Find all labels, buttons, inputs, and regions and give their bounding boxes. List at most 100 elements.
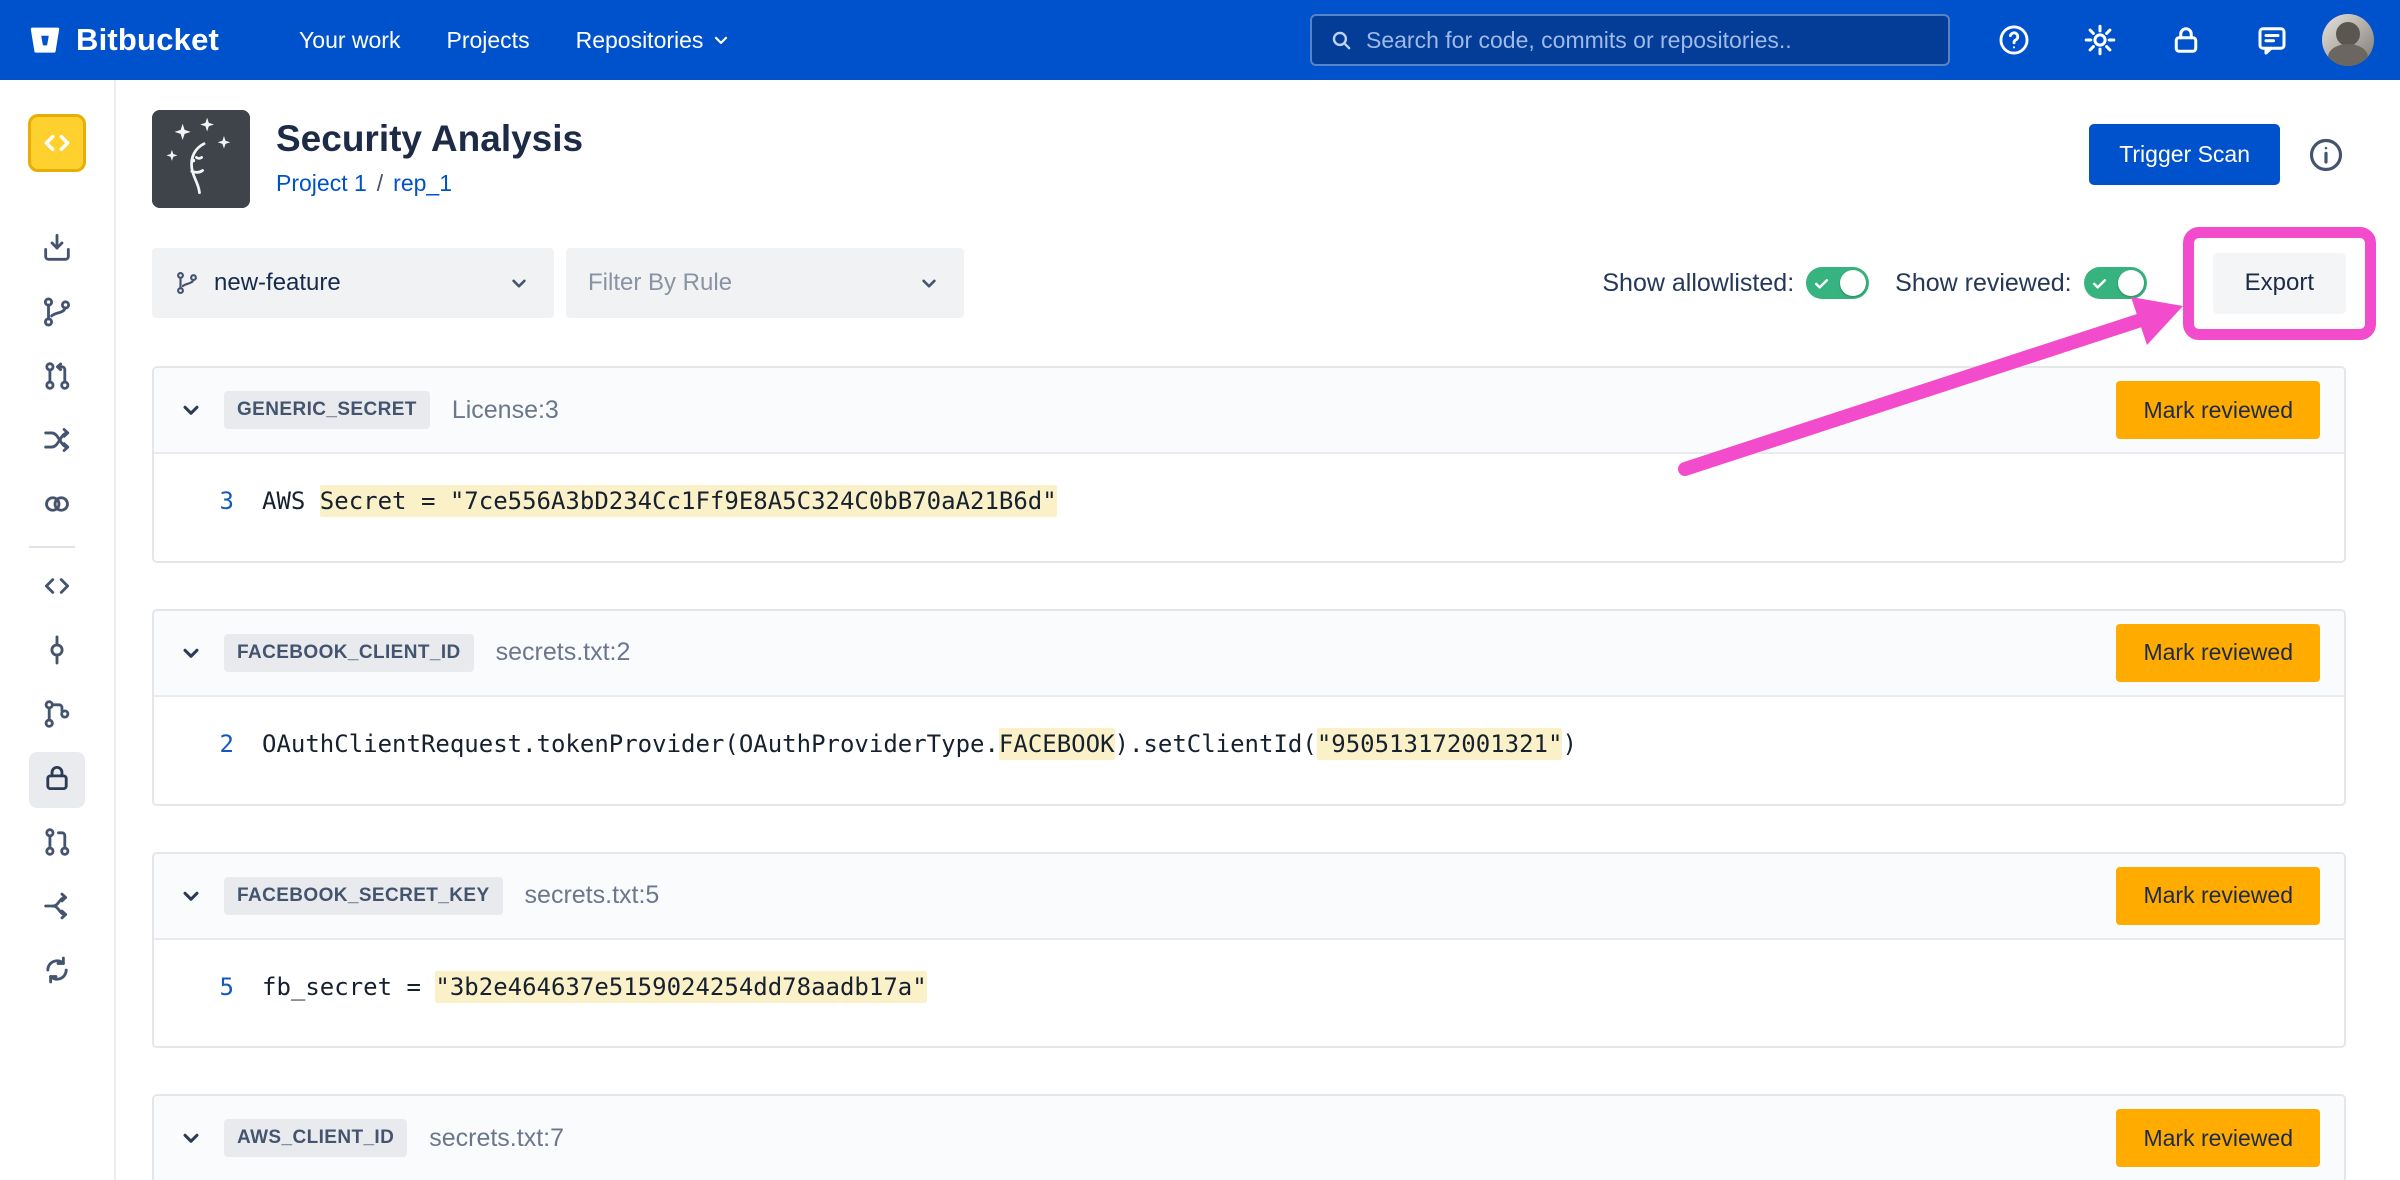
global-search[interactable] [1310, 14, 1950, 66]
breadcrumb: Project 1 / rep_1 [276, 170, 583, 197]
user-avatar[interactable] [2322, 14, 2374, 66]
finding-location: secrets.txt:7 [429, 1124, 564, 1153]
chevron-down-icon[interactable] [178, 883, 204, 909]
check-icon [1813, 275, 1830, 292]
show-allowlisted-toggle[interactable] [1806, 267, 1869, 299]
sidebar-item-deployments-2[interactable] [29, 880, 85, 936]
deployments-2-icon [40, 889, 74, 928]
search-input[interactable] [1366, 27, 1932, 54]
show-reviewed-label: Show reviewed: [1895, 269, 2071, 298]
finding-card: AWS_CLIENT_ID secrets.txt:7 Mark reviewe… [152, 1094, 2346, 1180]
sidebar-item-jira[interactable] [29, 478, 85, 534]
finding-location: License:3 [452, 396, 559, 425]
show-allowlisted-label: Show allowlisted: [1602, 269, 1794, 298]
finding-header[interactable]: FACEBOOK_SECRET_KEY secrets.txt:5 Mark r… [154, 854, 2344, 940]
code-text: fb_secret = "3b2e464637e5159024254dd78aa… [262, 970, 927, 1005]
main-content: Security Analysis Project 1 / rep_1 Trig… [116, 80, 2400, 1180]
rule-filter-placeholder: Filter By Rule [588, 269, 902, 297]
nav-repositories[interactable]: Repositories [576, 27, 732, 54]
finding-header[interactable]: FACEBOOK_CLIENT_ID secrets.txt:2 Mark re… [154, 611, 2344, 697]
breadcrumb-repo-link[interactable]: rep_1 [393, 170, 452, 197]
title-block: Security Analysis Project 1 / rep_1 [276, 110, 583, 197]
sidebar-nav [29, 214, 85, 1008]
search-icon [1328, 27, 1354, 53]
mark-reviewed-button[interactable]: Mark reviewed [2116, 624, 2320, 682]
mark-reviewed-button[interactable]: Mark reviewed [2116, 381, 2320, 439]
sidebar-item-clone[interactable] [29, 222, 85, 278]
repo-avatar[interactable] [28, 114, 86, 172]
lock-icon[interactable] [2168, 22, 2204, 58]
sidebar-item-branches[interactable] [29, 688, 85, 744]
code-line: 3 AWS Secret = "7ce556A3bD234Cc1Ff9E8A5C… [194, 484, 2318, 519]
filter-bar: new-feature Filter By Rule Show allowlis… [152, 248, 2346, 318]
primary-nav: Your work Projects Repositories [299, 27, 731, 54]
finding-header[interactable]: AWS_CLIENT_ID secrets.txt:7 Mark reviewe… [154, 1096, 2344, 1180]
project-identicon [152, 110, 250, 208]
breadcrumb-project-link[interactable]: Project 1 [276, 170, 367, 197]
finding-header[interactable]: GENERIC_SECRET License:3 Mark reviewed [154, 368, 2344, 454]
finding-card: FACEBOOK_SECRET_KEY secrets.txt:5 Mark r… [152, 852, 2346, 1049]
chevron-down-icon [711, 30, 731, 50]
feedback-icon[interactable] [2254, 22, 2290, 58]
top-navbar: Bitbucket Your work Projects Repositorie… [0, 0, 2400, 80]
rule-badge: FACEBOOK_SECRET_KEY [224, 877, 503, 915]
toggle-group: Show allowlisted: Show reviewed: Export [1602, 253, 2346, 314]
help-icon[interactable] [1996, 22, 2032, 58]
code-text: AWS Secret = "7ce556A3bD234Cc1Ff9E8A5C32… [262, 484, 1057, 519]
sidebar-item-security[interactable] [29, 752, 85, 808]
code-line: 5 fb_secret = "3b2e464637e5159024254dd78… [194, 970, 2318, 1005]
settings-gear-icon[interactable] [2082, 22, 2118, 58]
finding-card: FACEBOOK_CLIENT_ID secrets.txt:2 Mark re… [152, 609, 2346, 806]
finding-location: secrets.txt:5 [525, 881, 660, 910]
rule-filter-selector[interactable]: Filter By Rule [566, 248, 964, 318]
sidebar-item-branch[interactable] [29, 286, 85, 342]
chevron-down-icon[interactable] [178, 1125, 204, 1151]
breadcrumb-separator: / [377, 170, 383, 197]
sidebar-divider [29, 546, 75, 548]
page-header: Security Analysis Project 1 / rep_1 Trig… [152, 110, 2346, 208]
findings-list: GENERIC_SECRET License:3 Mark reviewed 3… [152, 366, 2346, 1180]
navbar-icon-cluster [1996, 22, 2290, 58]
export-area: Export [2213, 253, 2346, 314]
nav-projects[interactable]: Projects [446, 27, 529, 54]
trigger-scan-button[interactable]: Trigger Scan [2089, 124, 2280, 185]
chevron-down-icon[interactable] [178, 640, 204, 666]
finding-body: 5 fb_secret = "3b2e464637e5159024254dd78… [154, 940, 2344, 1047]
brand-name: Bitbucket [76, 22, 219, 58]
mark-reviewed-button[interactable]: Mark reviewed [2116, 867, 2320, 925]
rule-badge: FACEBOOK_CLIENT_ID [224, 634, 474, 672]
finding-card: GENERIC_SECRET License:3 Mark reviewed 3… [152, 366, 2346, 563]
pull-request-icon [40, 359, 74, 398]
header-actions: Trigger Scan [2089, 110, 2346, 185]
bitbucket-bucket-icon [26, 21, 64, 59]
line-number: 2 [194, 727, 234, 762]
sidebar-item-pull-requests[interactable] [29, 816, 85, 872]
sidebar-item-commits[interactable] [29, 624, 85, 680]
page-title: Security Analysis [276, 118, 583, 160]
mark-reviewed-button[interactable]: Mark reviewed [2116, 1109, 2320, 1167]
branches-icon [40, 697, 74, 736]
branch-icon [40, 295, 74, 334]
sidebar-item-deployments[interactable] [29, 414, 85, 470]
sidebar-item-source[interactable] [29, 560, 85, 616]
sidebar-item-pull-request[interactable] [29, 350, 85, 406]
chevron-down-icon[interactable] [178, 397, 204, 423]
commits-icon [40, 633, 74, 672]
sidebar-item-pipelines[interactable] [29, 944, 85, 1000]
clone-icon [40, 231, 74, 270]
finding-body: 3 AWS Secret = "7ce556A3bD234Cc1Ff9E8A5C… [154, 454, 2344, 561]
bitbucket-logo[interactable]: Bitbucket [26, 21, 219, 59]
source-icon [40, 569, 74, 608]
info-icon[interactable] [2306, 135, 2346, 175]
branch-selected-label: new-feature [214, 269, 492, 297]
deployments-icon [40, 423, 74, 462]
export-button[interactable]: Export [2213, 253, 2346, 314]
code-text: OAuthClientRequest.tokenProvider(OAuthPr… [262, 727, 1577, 762]
branch-selector[interactable]: new-feature [152, 248, 554, 318]
show-reviewed-toggle[interactable] [2084, 267, 2147, 299]
code-brackets-icon [40, 126, 74, 160]
nav-your-work[interactable]: Your work [299, 27, 400, 54]
finding-body: 2 OAuthClientRequest.tokenProvider(OAuth… [154, 697, 2344, 804]
pipelines-icon [40, 953, 74, 992]
pull-requests-icon [40, 825, 74, 864]
